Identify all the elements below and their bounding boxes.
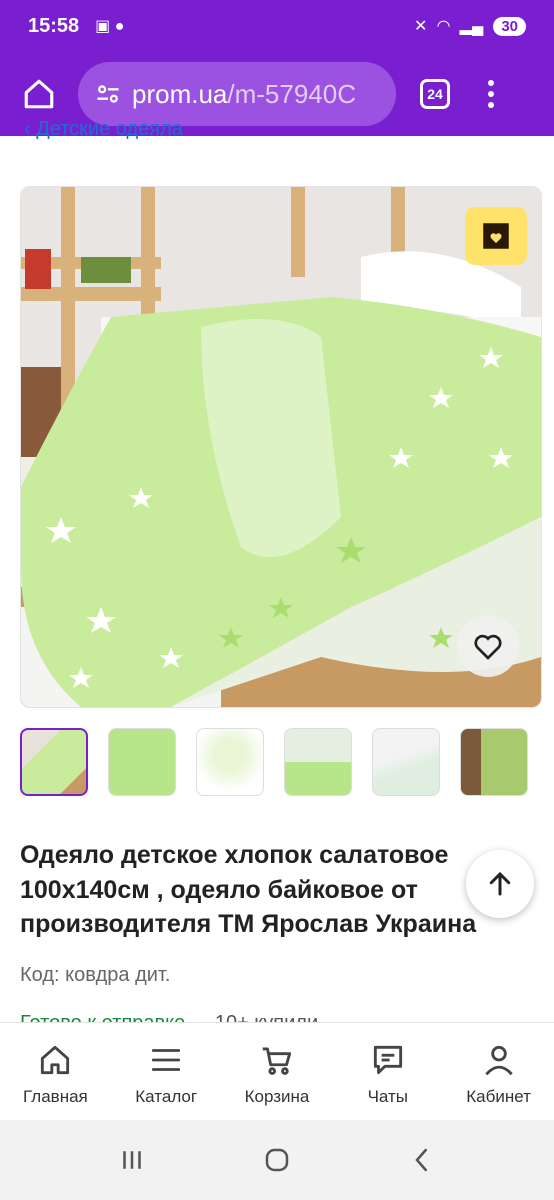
nav-label: Каталог — [135, 1087, 198, 1106]
battery-badge: 30 — [493, 16, 526, 36]
home-button[interactable] — [14, 69, 64, 119]
product-main-image[interactable] — [20, 186, 542, 708]
url-domain: prom.ua — [132, 78, 228, 109]
nav-label: Кабинет — [466, 1087, 531, 1106]
arrow-up-icon — [489, 871, 511, 896]
recent-apps-icon[interactable] — [117, 1145, 147, 1175]
nav-home[interactable]: Главная — [0, 1023, 111, 1120]
scroll-to-top-button[interactable] — [466, 850, 534, 918]
mute-icon: ✕ — [413, 18, 428, 35]
url-path: /m-57940C — [227, 78, 357, 109]
nav-chats[interactable]: Чаты — [332, 1023, 443, 1120]
heart-icon — [474, 634, 502, 660]
system-navigation-bar — [0, 1120, 554, 1200]
product-title: Одеяло детское хлопок салатовое 100х140с… — [20, 841, 477, 938]
breadcrumb[interactable]: ‹ Детские одеяла — [24, 118, 183, 141]
user-icon — [484, 1045, 513, 1076]
notification-icons: ▣ ● — [95, 18, 125, 35]
wifi-icon: ◠ — [437, 18, 450, 35]
nav-catalog[interactable]: Каталог — [111, 1023, 222, 1120]
thumbnail[interactable] — [20, 728, 88, 796]
site-settings-icon — [97, 85, 119, 103]
status-time: 15:58 — [28, 14, 80, 37]
thumbnail[interactable] — [108, 728, 176, 796]
chevron-left-icon: ‹ — [24, 118, 37, 140]
thumbnail[interactable] — [372, 728, 440, 796]
favorite-button[interactable] — [457, 615, 519, 677]
status-bar: 15:58 ▣ ● ✕ ◠ ▂▄ 30 — [0, 0, 554, 52]
delivery-badge[interactable] — [465, 207, 527, 265]
back-icon[interactable] — [407, 1145, 437, 1175]
thumbnail-strip — [20, 728, 554, 796]
signal-icon: ▂▄ — [459, 18, 484, 35]
bottom-navigation: Главная Каталог Корзина Чаты Кабинет — [0, 1022, 554, 1120]
status-right: ✕ ◠ ▂▄ 30 — [414, 16, 526, 36]
nav-label: Главная — [23, 1087, 88, 1106]
thumbnail[interactable] — [196, 728, 264, 796]
browser-menu-button[interactable] — [488, 80, 494, 108]
home-icon — [24, 79, 54, 109]
chat-icon — [373, 1045, 402, 1075]
thumbnail[interactable] — [284, 728, 352, 796]
home-circle-icon[interactable] — [262, 1145, 292, 1175]
nav-label: Корзина — [244, 1087, 310, 1106]
home-icon — [41, 1045, 70, 1075]
cart-icon — [262, 1047, 292, 1075]
url-field[interactable]: prom.ua/m-57940C — [78, 62, 396, 126]
nav-account[interactable]: Кабинет — [443, 1023, 554, 1120]
box-heart-icon — [483, 223, 509, 249]
thumbnail[interactable] — [460, 728, 528, 796]
breadcrumb-label: Детские одеяла — [36, 118, 183, 140]
menu-icon — [152, 1049, 181, 1071]
tab-switcher-button[interactable]: 24 — [420, 79, 450, 109]
product-code: Код: ковдра дит. — [20, 964, 171, 986]
nav-cart[interactable]: Корзина — [222, 1023, 333, 1120]
nav-label: Чаты — [367, 1087, 408, 1106]
